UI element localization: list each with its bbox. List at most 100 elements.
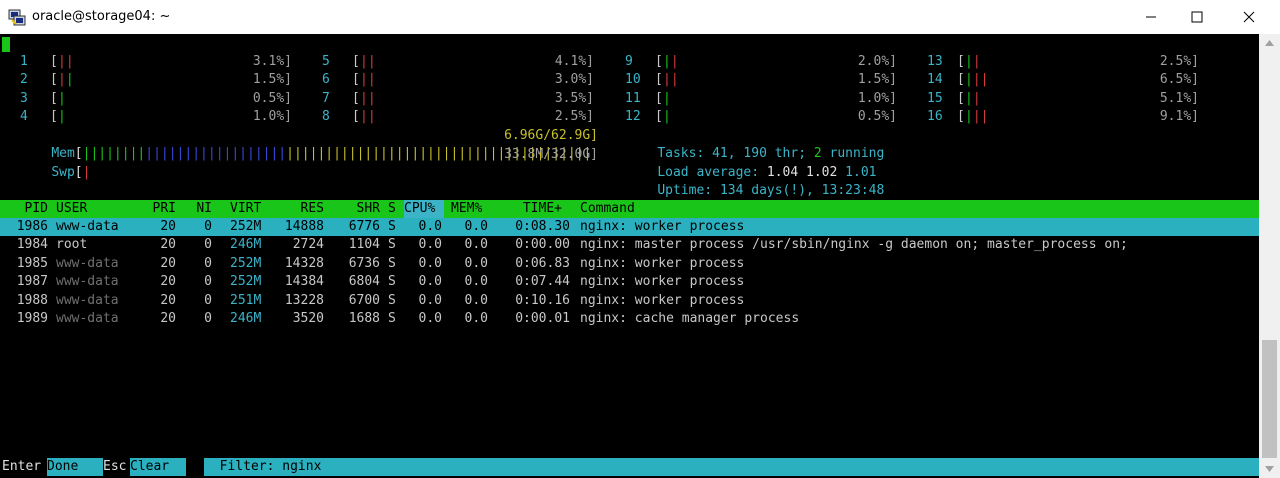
scroll-up-icon[interactable] bbox=[1265, 40, 1274, 46]
cpu-number: 10 bbox=[625, 72, 641, 87]
cpu-bar: ||| bbox=[965, 109, 989, 124]
cell-res: 14328 bbox=[284, 255, 324, 271]
cell-virt: 252M bbox=[230, 219, 262, 234]
cpu-percent: 0.5%] bbox=[857, 109, 897, 124]
cpu-meter: 2 [|| 1.5%] bbox=[0, 71, 302, 89]
col-mem[interactable]: MEM% bbox=[451, 200, 482, 218]
swap-bracket: [ bbox=[74, 165, 83, 180]
mem-value: 6.96G/62.9G] bbox=[504, 128, 598, 143]
table-row[interactable]: 1989 www-data 20 0 246M 3520 1688 S 0.0 0.0 0:00.0… bbox=[0, 310, 1259, 328]
cell-cpu: 0.0 bbox=[418, 219, 442, 234]
close-button[interactable] bbox=[1226, 0, 1272, 34]
vertical-scrollbar[interactable] bbox=[1259, 34, 1280, 478]
col-state[interactable]: S bbox=[388, 200, 396, 218]
minimize-button[interactable] bbox=[1128, 0, 1174, 34]
cpu-meter: 13 [|| 2.5%] bbox=[907, 53, 1209, 71]
cpu-bracket: [ bbox=[957, 91, 965, 106]
cpu-percent: 1.0%] bbox=[857, 91, 897, 106]
swap-value: 33.8M/32.0G] bbox=[504, 147, 598, 162]
table-row[interactable]: 1988 www-data 20 0 251M 13228 6700 S 0.0 0.0 0:10.… bbox=[0, 292, 1259, 310]
scroll-thumb[interactable] bbox=[1262, 340, 1277, 458]
table-row[interactable]: 1984 root 20 0 246M 2724 1104 S 0.0 0.0 0:00.00 ngi… bbox=[0, 236, 1259, 254]
cpu-number: 9 bbox=[625, 54, 633, 69]
cpu-number: 8 bbox=[322, 109, 330, 124]
cpu-bar: || bbox=[360, 91, 376, 106]
col-shr[interactable]: SHR bbox=[336, 200, 380, 218]
cell-res: 13228 bbox=[284, 292, 324, 308]
cell-shr: 6804 bbox=[348, 274, 380, 290]
maximize-button[interactable] bbox=[1174, 0, 1220, 34]
cell-time: 0:08.30 bbox=[515, 219, 570, 234]
cell-command: nginx: cache manager process bbox=[580, 311, 800, 326]
cell-res: 14888 bbox=[284, 219, 324, 234]
col-cpu[interactable]: CPU% bbox=[404, 200, 444, 218]
cell-state: S bbox=[388, 274, 396, 290]
cell-time: 0:00.01 bbox=[515, 311, 570, 326]
cell-user: www-data bbox=[56, 255, 119, 271]
cpu-percent: 1.5%] bbox=[857, 72, 897, 87]
cpu-bar: || bbox=[663, 54, 679, 69]
col-command[interactable]: Command bbox=[580, 200, 635, 218]
enter-key[interactable]: Enter bbox=[2, 458, 42, 476]
cpu-number: 1 bbox=[20, 54, 28, 69]
cpu-number: 11 bbox=[625, 91, 641, 106]
cpu-bar: || bbox=[663, 72, 679, 87]
cpu-bracket: [ bbox=[50, 72, 58, 87]
cpu-number: 3 bbox=[20, 91, 28, 106]
done-button[interactable]: Done bbox=[47, 458, 103, 476]
terminal-screen[interactable]: 1[|| 3.1%] 2[|| 1.5%] 3[| 0.5%] 4[| 1.0%] 5[|| 4.… bbox=[0, 34, 1259, 478]
uptime-line: Uptime: 134 days(!), 13:23:48 bbox=[626, 164, 884, 198]
cell-cpu: 0.0 bbox=[418, 237, 442, 253]
cpu-percent: 3.1%] bbox=[252, 54, 292, 69]
cpu-bracket: [ bbox=[957, 109, 965, 124]
filter-input[interactable]: Filter: nginx bbox=[204, 458, 1259, 476]
table-row[interactable]: 1986 www-data 20 0 252M 14888 6776 S 0.0 0.0 0:08.… bbox=[0, 218, 1259, 236]
swap-label: Swp bbox=[51, 165, 75, 180]
cpu-bracket: [ bbox=[957, 54, 965, 69]
col-pri[interactable]: PRI bbox=[140, 200, 176, 218]
cell-ni: 0 bbox=[204, 255, 212, 271]
cpu-bracket: [ bbox=[352, 109, 360, 124]
cpu-meter: 6 [|| 3.0%] bbox=[302, 71, 604, 89]
cell-command: nginx: worker process bbox=[580, 255, 745, 271]
cell-pri: 20 bbox=[160, 219, 176, 234]
cell-ni: 0 bbox=[204, 292, 212, 308]
cell-pri: 20 bbox=[160, 255, 176, 271]
cell-command: nginx: worker process bbox=[580, 292, 745, 308]
cpu-meter: 11 [| 1.0%] bbox=[605, 90, 907, 108]
col-ni[interactable]: NI bbox=[186, 200, 212, 218]
clear-button[interactable]: Clear bbox=[130, 458, 186, 476]
cell-ni: 0 bbox=[204, 274, 212, 290]
cell-pri: 20 bbox=[160, 311, 176, 326]
col-time[interactable]: TIME+ bbox=[500, 200, 562, 218]
mem-meter: Mem[||||||||||||||||||||||||||||||||||||… bbox=[20, 127, 600, 161]
cpu-percent: 9.1%] bbox=[1159, 109, 1199, 124]
cell-ni: 0 bbox=[204, 237, 212, 253]
cell-state: S bbox=[388, 219, 396, 234]
cpu-bar: || bbox=[965, 91, 981, 106]
cpu-bracket: [ bbox=[352, 91, 360, 106]
scroll-down-icon[interactable] bbox=[1265, 466, 1274, 472]
cell-cpu: 0.0 bbox=[418, 255, 442, 271]
cell-shr: 6736 bbox=[348, 255, 380, 271]
cpu-bar: || bbox=[360, 109, 376, 124]
col-pid[interactable]: PID bbox=[0, 200, 48, 218]
esc-key[interactable]: Esc bbox=[103, 458, 127, 476]
cpu-bracket: [ bbox=[655, 91, 663, 106]
table-row[interactable]: 1987 www-data 20 0 252M 14384 6804 S 0.0 0.0 0:07.… bbox=[0, 273, 1259, 291]
cell-virt: 252M bbox=[230, 255, 262, 271]
col-res[interactable]: RES bbox=[280, 200, 324, 218]
table-row[interactable]: 1985 www-data 20 0 252M 14328 6736 S 0.0 0.0 0:06.… bbox=[0, 255, 1259, 273]
window-titlebar: oracle@storage04: ~ bbox=[0, 0, 1280, 34]
close-icon bbox=[1243, 11, 1255, 23]
maximize-icon bbox=[1191, 11, 1203, 23]
col-user[interactable]: USER bbox=[56, 200, 87, 218]
cell-pid: 1986 bbox=[16, 219, 48, 234]
process-table-header[interactable]: PID USER PRI NI VIRT RES SHR S CPU% MEM%… bbox=[0, 200, 1259, 218]
putty-icon bbox=[8, 9, 26, 26]
col-virt[interactable]: VIRT bbox=[230, 200, 261, 218]
cell-res: 2724 bbox=[292, 237, 324, 253]
cpu-bracket: [ bbox=[50, 54, 58, 69]
cpu-percent: 2.5%] bbox=[1159, 54, 1199, 69]
cpu-bar: | bbox=[663, 91, 671, 106]
